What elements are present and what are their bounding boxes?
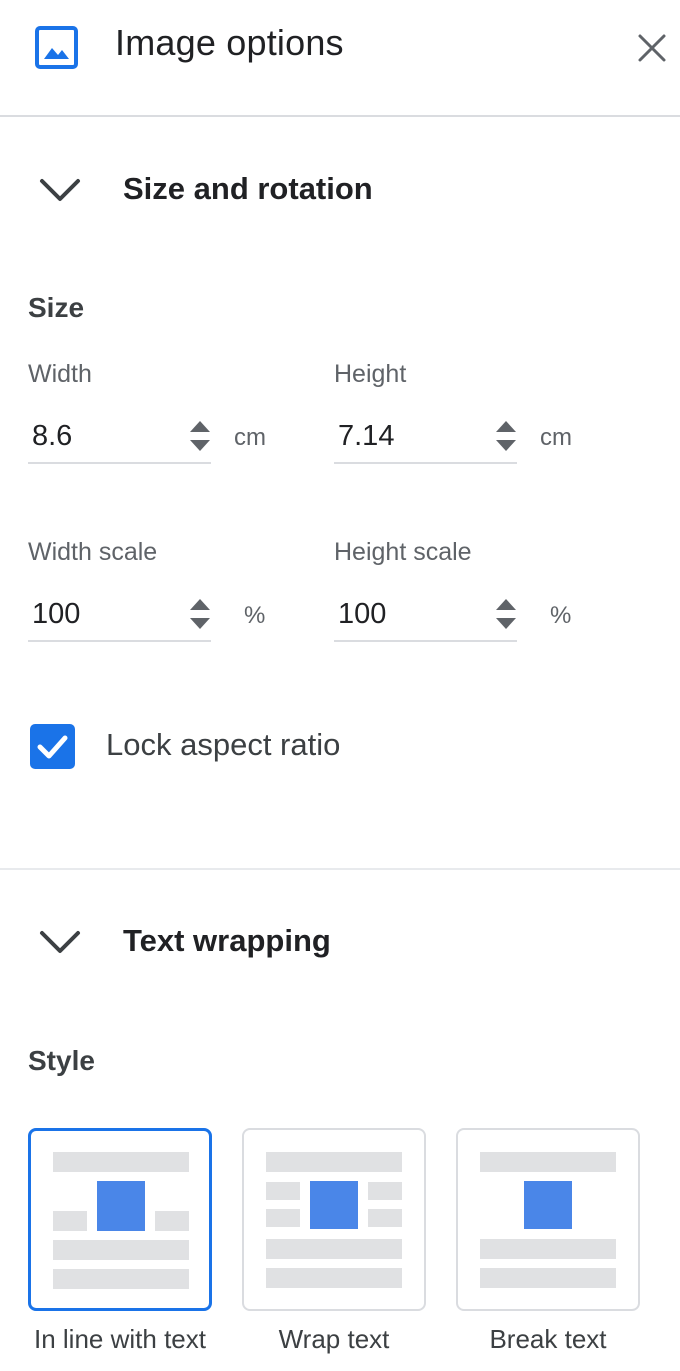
- wrap-option-break-label[interactable]: Break text: [428, 1324, 668, 1355]
- chevron-down-icon: [40, 931, 80, 953]
- height-unit: cm: [540, 424, 572, 451]
- width-label: Width: [28, 360, 92, 388]
- text-wrapping-section-toggle[interactable]: Text wrapping: [0, 913, 680, 973]
- width-spinner-icon[interactable]: [188, 418, 212, 454]
- width-scale-spinner-icon[interactable]: [188, 596, 212, 632]
- height-input[interactable]: [338, 416, 478, 456]
- height-scale-spinner-icon[interactable]: [494, 596, 518, 632]
- section-divider: [0, 868, 680, 870]
- section-title: Size and rotation: [123, 171, 373, 206]
- width-scale-input[interactable]: [32, 594, 172, 634]
- height-spinner-icon[interactable]: [494, 418, 518, 454]
- height-scale-label: Height scale: [334, 538, 472, 566]
- width-field: [28, 414, 211, 464]
- height-scale-field: [334, 592, 517, 642]
- width-unit: cm: [234, 424, 266, 451]
- wrap-option-inline[interactable]: [28, 1128, 212, 1311]
- width-scale-field: [28, 592, 211, 642]
- width-input[interactable]: [32, 416, 172, 456]
- panel-header: Image options: [0, 0, 680, 117]
- wrap-option-break[interactable]: [456, 1128, 640, 1311]
- wrap-text-icon: [266, 1152, 402, 1288]
- height-field: [334, 414, 517, 464]
- close-icon[interactable]: [632, 28, 672, 68]
- size-heading: Size: [28, 292, 85, 323]
- lock-aspect-label[interactable]: Lock aspect ratio: [106, 727, 340, 763]
- panel-title: Image options: [115, 22, 344, 63]
- chevron-down-icon: [40, 179, 80, 201]
- width-scale-label: Width scale: [28, 538, 158, 566]
- wrap-option-inline-label[interactable]: In line with text: [0, 1324, 240, 1355]
- inline-wrap-icon: [53, 1152, 189, 1289]
- height-scale-input[interactable]: [338, 594, 478, 634]
- wrap-option-wrap-label[interactable]: Wrap text: [214, 1324, 454, 1355]
- style-heading: Style: [28, 1045, 95, 1076]
- section-title: Text wrapping: [123, 923, 331, 958]
- image-icon: [35, 26, 78, 69]
- wrap-option-wrap[interactable]: [242, 1128, 426, 1311]
- height-label: Height: [334, 360, 407, 388]
- width-scale-unit: %: [244, 602, 266, 629]
- check-icon: [37, 735, 68, 759]
- lock-aspect-checkbox[interactable]: [30, 724, 75, 769]
- height-scale-unit: %: [550, 602, 572, 629]
- size-rotation-section-toggle[interactable]: Size and rotation: [0, 161, 680, 221]
- break-text-icon: [480, 1152, 616, 1288]
